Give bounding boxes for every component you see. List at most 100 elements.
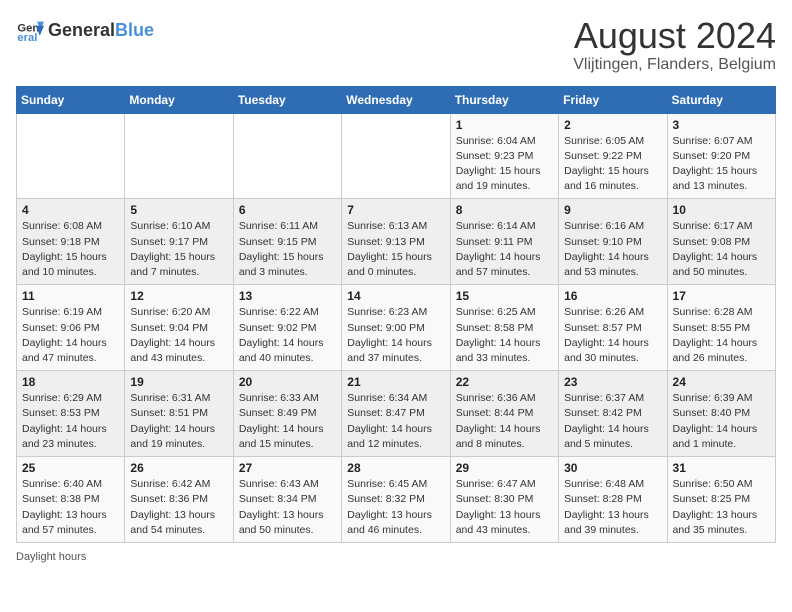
calendar-cell: 18Sunrise: 6:29 AM Sunset: 8:53 PM Dayli… — [17, 371, 125, 457]
cell-content: Sunrise: 6:16 AM Sunset: 9:10 PM Dayligh… — [564, 219, 661, 280]
day-number: 7 — [347, 203, 444, 217]
day-number: 14 — [347, 289, 444, 303]
cell-content: Sunrise: 6:36 AM Sunset: 8:44 PM Dayligh… — [456, 391, 553, 452]
cell-content: Sunrise: 6:42 AM Sunset: 8:36 PM Dayligh… — [130, 477, 227, 538]
day-number: 9 — [564, 203, 661, 217]
calendar-cell: 28 Sunrise: 6:45 AM Sunset: 8:32 PM Dayli… — [342, 457, 450, 543]
calendar-cell — [125, 113, 233, 199]
calendar-cell: 12 Sunrise: 6:20 AM Sunset: 9:04 PM Dayli… — [125, 285, 233, 371]
day-header-sunday: Sunday — [17, 86, 125, 113]
day-header-wednesday: Wednesday — [342, 86, 450, 113]
cell-content: Sunrise: 6:26 AM Sunset: 8:57 PM Dayligh… — [564, 305, 661, 366]
header-row: SundayMondayTuesdayWednesdayThursdayFrid… — [17, 86, 776, 113]
cell-content: Sunrise: 6:47 AM Sunset: 8:30 PM Dayligh… — [456, 477, 553, 538]
day-number: 24 — [673, 375, 770, 389]
cell-content: Sunrise: 6:11 AM Sunset: 9:15 PM Dayligh… — [239, 219, 336, 280]
cell-content: Sunrise: 6:13 AM Sunset: 9:13 PM Dayligh… — [347, 219, 444, 280]
cell-content: Sunrise: 6:33 AM Sunset: 8:49 PM Dayligh… — [239, 391, 336, 452]
logo-icon: Gen eral — [16, 16, 44, 44]
day-number: 16 — [564, 289, 661, 303]
calendar-cell: 1Sunrise: 6:04 AM Sunset: 9:23 PM Daylig… — [450, 113, 558, 199]
cell-content: Sunrise: 6:05 AM Sunset: 9:22 PM Dayligh… — [564, 134, 661, 195]
day-number: 21 — [347, 375, 444, 389]
logo: Gen eral GeneralBlue — [16, 16, 154, 44]
cell-content: Sunrise: 6:08 AM Sunset: 9:18 PM Dayligh… — [22, 219, 119, 280]
calendar-cell — [342, 113, 450, 199]
calendar-cell: 25 Sunrise: 6:40 AM Sunset: 8:38 PM Dayli… — [17, 457, 125, 543]
cell-content: Sunrise: 6:22 AM Sunset: 9:02 PM Dayligh… — [239, 305, 336, 366]
calendar-week-1: 1Sunrise: 6:04 AM Sunset: 9:23 PM Daylig… — [17, 113, 776, 199]
day-number: 4 — [22, 203, 119, 217]
cell-content: Sunrise: 6:17 AM Sunset: 9:08 PM Dayligh… — [673, 219, 770, 280]
calendar-cell: 15Sunrise: 6:25 AM Sunset: 8:58 PM Dayli… — [450, 285, 558, 371]
title-block: August 2024 Vlijtingen, Flanders, Belgiu… — [573, 16, 776, 74]
cell-content: Sunrise: 6:40 AM Sunset: 8:38 PM Dayligh… — [22, 477, 119, 538]
day-header-saturday: Saturday — [667, 86, 775, 113]
day-number: 12 — [130, 289, 227, 303]
calendar-header: SundayMondayTuesdayWednesdayThursdayFrid… — [17, 86, 776, 113]
day-number: 31 — [673, 461, 770, 475]
day-number: 11 — [22, 289, 119, 303]
calendar-cell: 8 Sunrise: 6:14 AM Sunset: 9:11 PM Daylig… — [450, 199, 558, 285]
calendar-cell: 23 Sunrise: 6:37 AM Sunset: 8:42 PM Dayli… — [559, 371, 667, 457]
calendar-cell: 17Sunrise: 6:28 AM Sunset: 8:55 PM Dayli… — [667, 285, 775, 371]
day-number: 29 — [456, 461, 553, 475]
calendar-body: 1Sunrise: 6:04 AM Sunset: 9:23 PM Daylig… — [17, 113, 776, 542]
calendar-cell: 24 Sunrise: 6:39 AM Sunset: 8:40 PM Dayli… — [667, 371, 775, 457]
cell-content: Sunrise: 6:50 AM Sunset: 8:25 PM Dayligh… — [673, 477, 770, 538]
day-number: 13 — [239, 289, 336, 303]
calendar-cell: 4 Sunrise: 6:08 AM Sunset: 9:18 PM Daylig… — [17, 199, 125, 285]
cell-content: Sunrise: 6:14 AM Sunset: 9:11 PM Dayligh… — [456, 219, 553, 280]
cell-content: Sunrise: 6:45 AM Sunset: 8:32 PM Dayligh… — [347, 477, 444, 538]
day-header-tuesday: Tuesday — [233, 86, 341, 113]
cell-content: Sunrise: 6:37 AM Sunset: 8:42 PM Dayligh… — [564, 391, 661, 452]
cell-content: Sunrise: 6:10 AM Sunset: 9:17 PM Dayligh… — [130, 219, 227, 280]
cell-content: Sunrise: 6:20 AM Sunset: 9:04 PM Dayligh… — [130, 305, 227, 366]
day-number: 23 — [564, 375, 661, 389]
calendar-cell: 10 Sunrise: 6:17 AM Sunset: 9:08 PM Dayli… — [667, 199, 775, 285]
day-number: 6 — [239, 203, 336, 217]
calendar-cell: 13 Sunrise: 6:22 AM Sunset: 9:02 PM Dayli… — [233, 285, 341, 371]
calendar-cell: 2 Sunrise: 6:05 AM Sunset: 9:22 PM Daylig… — [559, 113, 667, 199]
calendar-cell: 14 Sunrise: 6:23 AM Sunset: 9:00 PM Dayli… — [342, 285, 450, 371]
svg-text:eral: eral — [17, 32, 37, 44]
calendar-cell: 29 Sunrise: 6:47 AM Sunset: 8:30 PM Dayli… — [450, 457, 558, 543]
logo-text-blue: Blue — [115, 20, 154, 41]
cell-content: Sunrise: 6:23 AM Sunset: 9:00 PM Dayligh… — [347, 305, 444, 366]
day-number: 1 — [456, 118, 553, 132]
calendar-cell: 26Sunrise: 6:42 AM Sunset: 8:36 PM Dayli… — [125, 457, 233, 543]
calendar-cell — [17, 113, 125, 199]
page-header: Gen eral GeneralBlue August 2024 Vlijtin… — [16, 16, 776, 74]
day-number: 22 — [456, 375, 553, 389]
day-header-monday: Monday — [125, 86, 233, 113]
day-number: 19 — [130, 375, 227, 389]
calendar-cell: 7 Sunrise: 6:13 AM Sunset: 9:13 PM Daylig… — [342, 199, 450, 285]
calendar-cell: 16 Sunrise: 6:26 AM Sunset: 8:57 PM Dayli… — [559, 285, 667, 371]
calendar-cell: 5 Sunrise: 6:10 AM Sunset: 9:17 PM Daylig… — [125, 199, 233, 285]
calendar-cell: 30Sunrise: 6:48 AM Sunset: 8:28 PM Dayli… — [559, 457, 667, 543]
day-number: 2 — [564, 118, 661, 132]
calendar-week-2: 4 Sunrise: 6:08 AM Sunset: 9:18 PM Daylig… — [17, 199, 776, 285]
cell-content: Sunrise: 6:19 AM Sunset: 9:06 PM Dayligh… — [22, 305, 119, 366]
calendar-cell: 21Sunrise: 6:34 AM Sunset: 8:47 PM Dayli… — [342, 371, 450, 457]
cell-content: Sunrise: 6:48 AM Sunset: 8:28 PM Dayligh… — [564, 477, 661, 538]
day-number: 17 — [673, 289, 770, 303]
day-number: 5 — [130, 203, 227, 217]
calendar-cell: 19 Sunrise: 6:31 AM Sunset: 8:51 PM Dayli… — [125, 371, 233, 457]
subtitle: Vlijtingen, Flanders, Belgium — [573, 56, 776, 74]
cell-content: Sunrise: 6:29 AM Sunset: 8:53 PM Dayligh… — [22, 391, 119, 452]
calendar-week-3: 11 Sunrise: 6:19 AM Sunset: 9:06 PM Dayli… — [17, 285, 776, 371]
calendar-cell: 3Sunrise: 6:07 AM Sunset: 9:20 PM Daylig… — [667, 113, 775, 199]
day-number: 20 — [239, 375, 336, 389]
cell-content: Sunrise: 6:31 AM Sunset: 8:51 PM Dayligh… — [130, 391, 227, 452]
main-title: August 2024 — [573, 16, 776, 56]
day-number: 15 — [456, 289, 553, 303]
day-number: 25 — [22, 461, 119, 475]
cell-content: Sunrise: 6:43 AM Sunset: 8:34 PM Dayligh… — [239, 477, 336, 538]
day-header-friday: Friday — [559, 86, 667, 113]
cell-content: Sunrise: 6:39 AM Sunset: 8:40 PM Dayligh… — [673, 391, 770, 452]
day-number: 28 — [347, 461, 444, 475]
day-number: 10 — [673, 203, 770, 217]
day-number: 8 — [456, 203, 553, 217]
footer-note: Daylight hours — [16, 551, 776, 563]
